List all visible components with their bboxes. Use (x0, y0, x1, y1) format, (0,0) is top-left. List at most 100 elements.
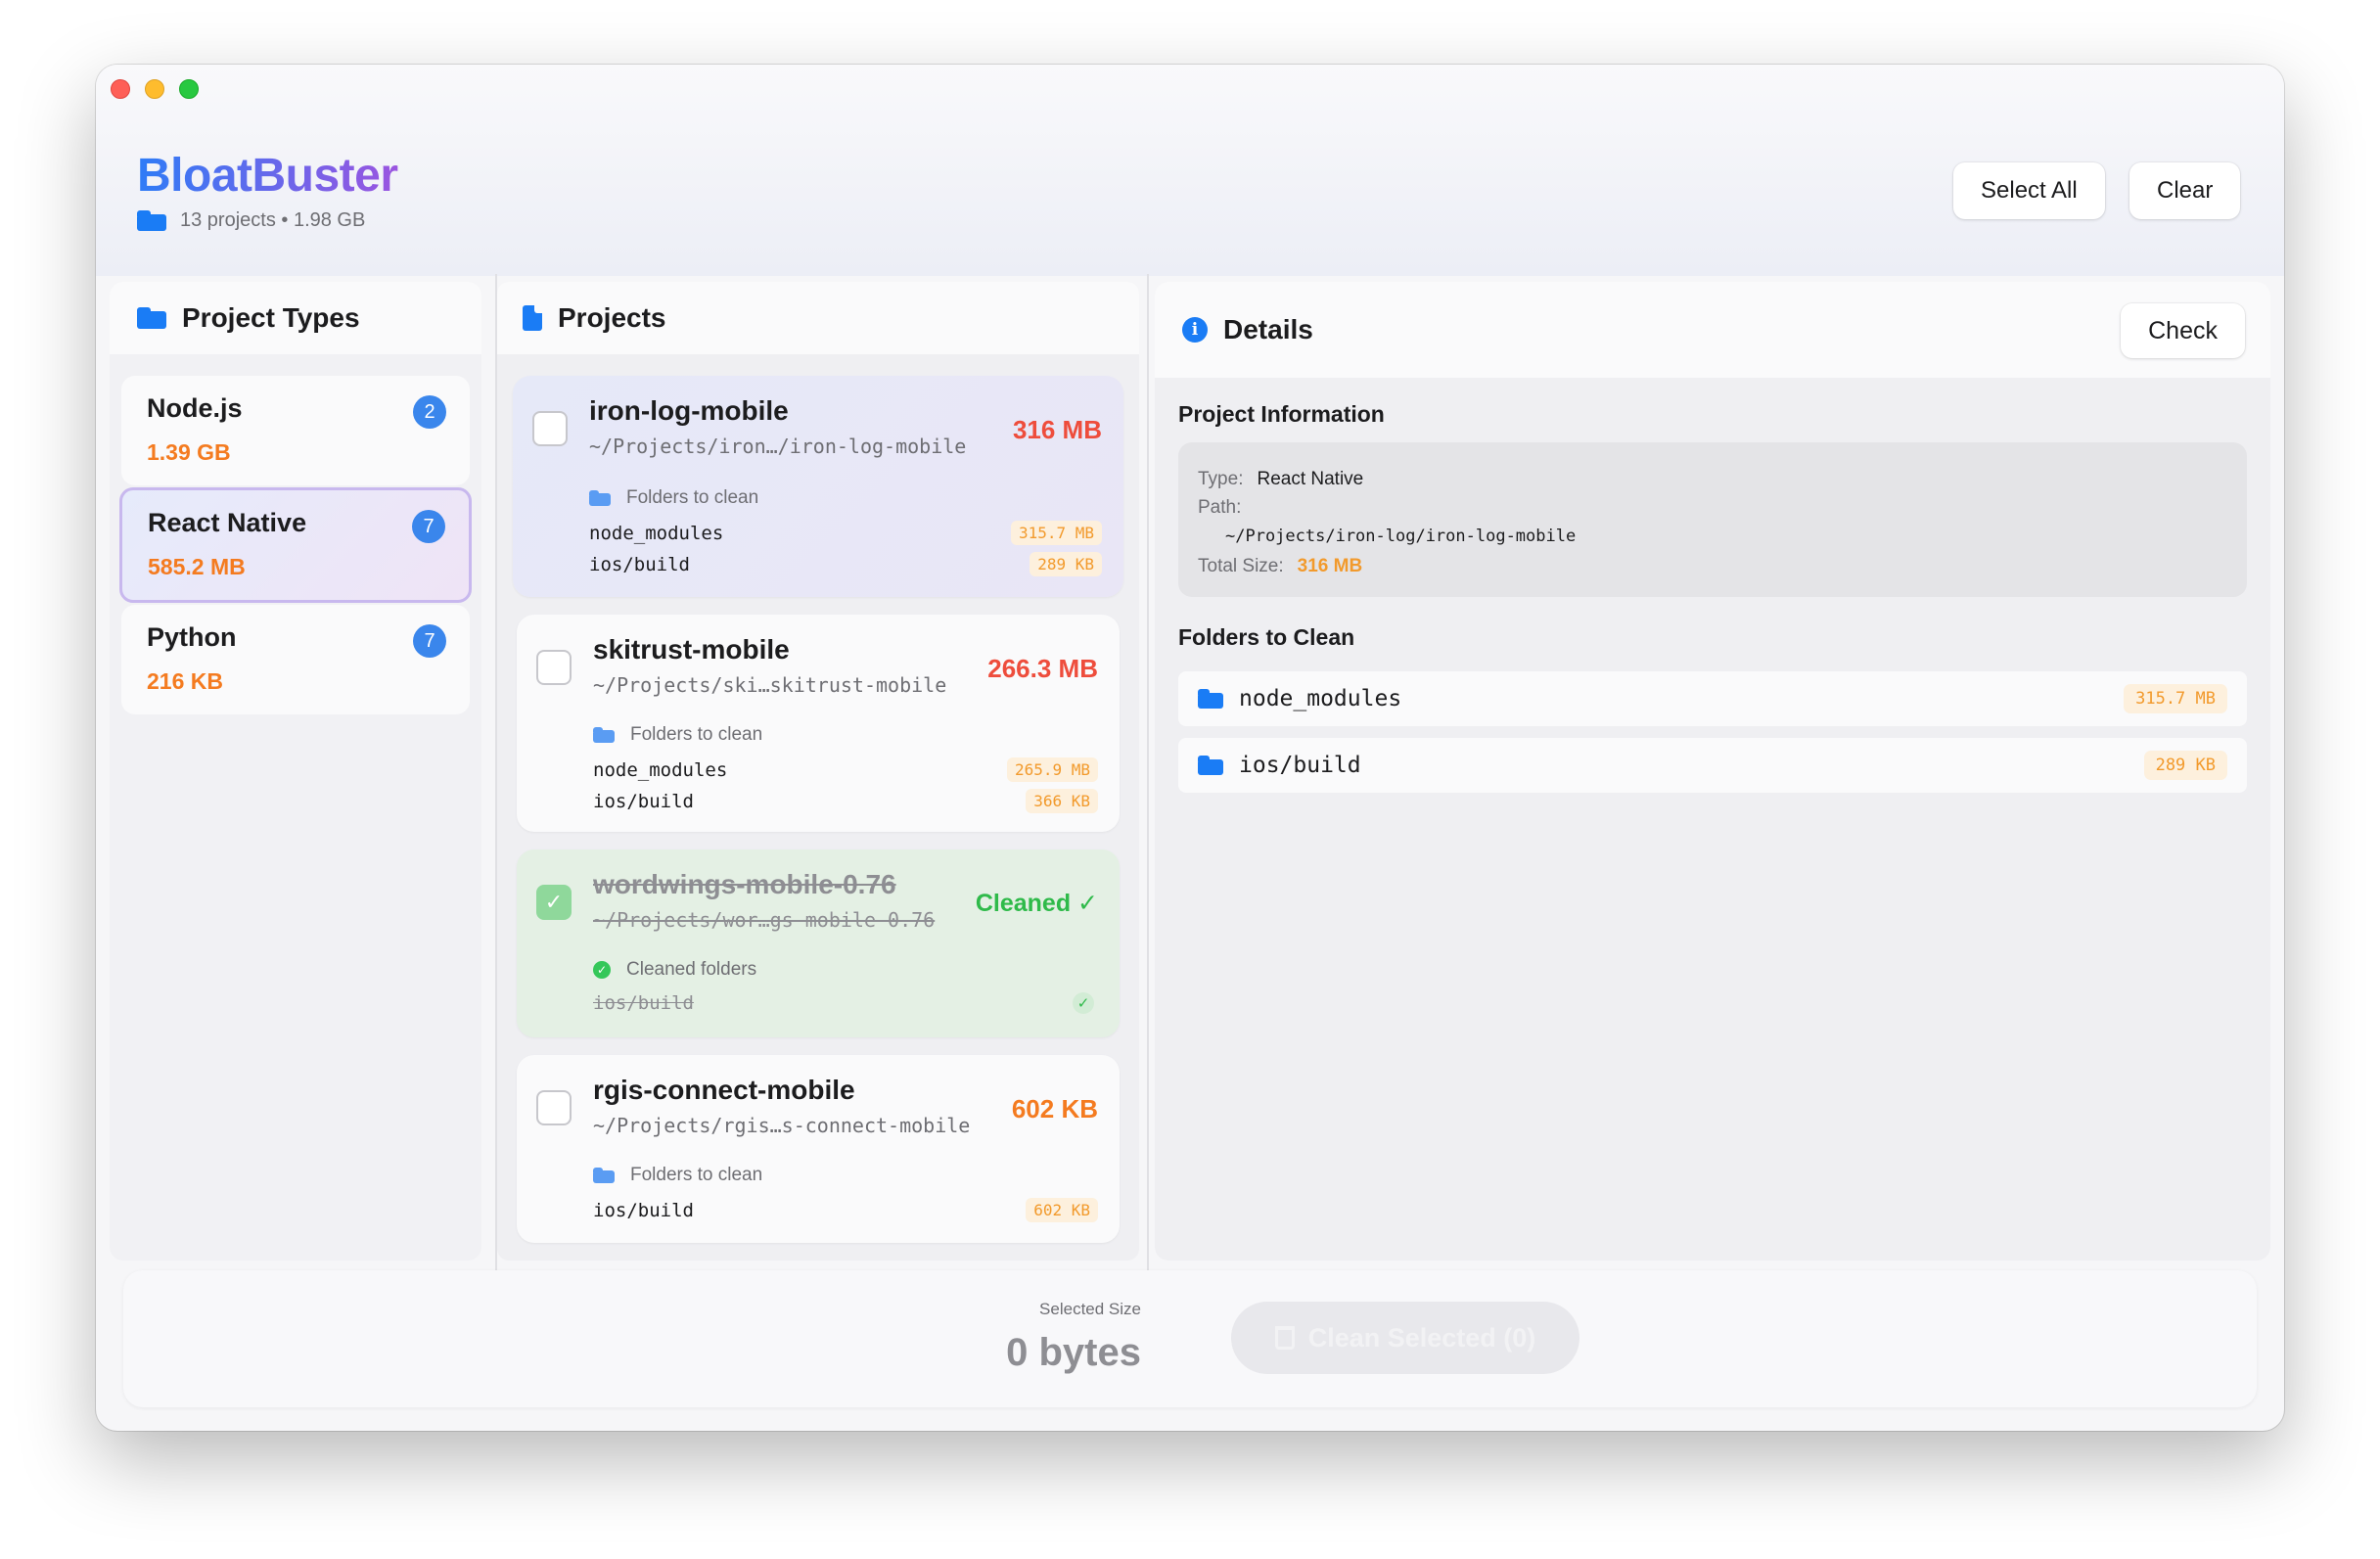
project-path: ~/Projects/ski…skitrust-mobile (593, 673, 947, 697)
project-card-rgis-connect-mobile[interactable]: rgis-connect-mobile ~/Projects/rgis…s-co… (517, 1055, 1120, 1243)
type-item-python[interactable]: Python 216 KB 7 (121, 605, 470, 714)
count-badge: 2 (413, 395, 446, 429)
project-types-panel: Project Types Node.js 1.39 GB 2 React Na… (110, 282, 481, 1261)
folder-name: ios/build (593, 992, 694, 1014)
folder-icon (137, 209, 166, 232)
count-badge: 7 (412, 510, 445, 543)
panel-title: Projects (558, 302, 666, 333)
details-header: i Details (1155, 282, 2270, 378)
folder-name: ios/build (593, 1199, 694, 1221)
folder-icon (137, 307, 166, 329)
info-value: ~/Projects/iron-log/iron-log-mobile (1225, 527, 1577, 546)
project-summary: 13 projects • 1.98 GB (180, 209, 366, 231)
project-types-header: Project Types (110, 282, 481, 354)
app-window: BloatBuster 13 projects • 1.98 GB Select… (96, 65, 2284, 1431)
document-icon (523, 305, 542, 331)
info-key: Total Size: (1198, 555, 1284, 576)
folder-size: 289 KB (1030, 552, 1102, 576)
clean-selected-button[interactable]: Clean Selected (0) (1231, 1302, 1579, 1374)
folder-icon (1198, 756, 1223, 775)
folder-row: node_modules 315.7 MB (589, 521, 1102, 545)
project-name: skitrust-mobile (593, 634, 790, 665)
check-circle-icon: ✓ (593, 961, 611, 979)
zoom-window-button[interactable] (179, 79, 199, 99)
clear-button[interactable]: Clear (2129, 162, 2241, 219)
detail-folder-row[interactable]: node_modules 315.7 MB (1178, 671, 2247, 726)
folder-size: 315.7 MB (2124, 684, 2227, 713)
project-size: 602 KB (1011, 1094, 1098, 1123)
folders-to-clean-label: Folders to clean (593, 1165, 762, 1186)
panel-title: Details (1223, 314, 1313, 344)
folder-icon (1198, 689, 1223, 709)
app-subtitle: 13 projects • 1.98 GB (137, 209, 365, 232)
project-information-title: Project Information (1178, 401, 1385, 427)
project-name: wordwings-mobile-0.76 (593, 869, 896, 899)
info-row-path-value: ~/Projects/iron-log/iron-log-mobile (1198, 522, 2227, 551)
project-information-box: Type: React Native Path: ~/Projects/iron… (1178, 442, 2247, 597)
info-icon: i (1182, 317, 1208, 343)
minimize-window-button[interactable] (145, 79, 164, 99)
project-path: ~/Projects/wor…gs-mobile-0.76 (593, 908, 936, 932)
project-size: 316 MB (1012, 415, 1102, 444)
selected-size-value: 0 bytes (1006, 1331, 1141, 1374)
type-size: 216 KB (147, 668, 223, 694)
folder-name: node_modules (593, 758, 728, 781)
check-icon: ✓ (1073, 992, 1094, 1014)
folder-name: ios/build (593, 790, 694, 812)
folders-to-clean-label: Folders to clean (589, 487, 758, 509)
footer-bar: Selected Size 0 bytes Clean Selected (0) (123, 1270, 2257, 1407)
folders-to-clean-title: Folders to Clean (1178, 624, 1355, 650)
folder-row: ios/build 366 KB (593, 789, 1098, 813)
folder-size: 366 KB (1026, 789, 1098, 813)
project-checkbox-checked[interactable]: ✓ (536, 885, 572, 920)
project-path: ~/Projects/iron…/iron-log-mobile (589, 435, 967, 458)
label-text: Folders to clean (630, 1165, 763, 1185)
folder-icon (589, 490, 611, 506)
type-item-react-native[interactable]: React Native 585.2 MB 7 (119, 487, 472, 603)
clean-selected-label: Clean Selected (0) (1307, 1322, 1536, 1353)
project-card-skitrust-mobile[interactable]: skitrust-mobile ~/Projects/ski…skitrust-… (517, 615, 1120, 832)
folder-size: 602 KB (1026, 1198, 1098, 1222)
project-card-iron-log-mobile[interactable]: iron-log-mobile ~/Projects/iron…/iron-lo… (513, 376, 1123, 597)
project-checkbox[interactable] (536, 1090, 572, 1125)
details-panel: i Details Check Project Information Type… (1155, 282, 2270, 1261)
app-title: BloatBuster (137, 150, 398, 202)
count-badge: 7 (413, 624, 446, 658)
folders-to-clean-label: Folders to clean (593, 724, 762, 746)
divider (1147, 274, 1149, 1272)
projects-panel: Projects iron-log-mobile ~/Projects/iron… (497, 282, 1139, 1261)
folder-size: 315.7 MB (1010, 521, 1102, 545)
select-all-button[interactable]: Select All (1953, 162, 2105, 219)
label-text: Folders to clean (626, 487, 759, 508)
folder-name: ios/build (589, 553, 690, 575)
trash-icon (1274, 1326, 1295, 1350)
project-name: rgis-connect-mobile (593, 1075, 855, 1105)
close-window-button[interactable] (111, 79, 130, 99)
project-path: ~/Projects/rgis…s-connect-mobile (593, 1114, 971, 1137)
project-checkbox[interactable] (532, 411, 568, 446)
selected-size-label: Selected Size (1039, 1300, 1141, 1318)
window-controls (111, 79, 199, 99)
folder-row: ios/build 602 KB (593, 1198, 1098, 1222)
check-button[interactable]: Check (2121, 303, 2245, 358)
type-item-nodejs[interactable]: Node.js 1.39 GB 2 (121, 376, 470, 485)
info-row-path: Path: (1198, 494, 2227, 522)
info-row-type: Type: React Native (1198, 464, 2227, 494)
project-checkbox[interactable] (536, 650, 572, 685)
project-size: 266.3 MB (987, 654, 1098, 683)
panel-title: Project Types (182, 302, 360, 333)
type-size: 1.39 GB (147, 439, 231, 465)
folder-icon (593, 727, 615, 743)
label-text: Folders to clean (630, 724, 763, 745)
info-row-total: Total Size: 316 MB (1198, 551, 2227, 581)
type-name: Node.js (147, 393, 243, 423)
detail-folder-row[interactable]: ios/build 289 KB (1178, 738, 2247, 793)
info-key: Type: (1198, 468, 1244, 489)
cleaned-folders-label: ✓ Cleaned folders (593, 959, 756, 981)
folder-icon (593, 1168, 615, 1183)
folder-name: ios/build (1239, 753, 1361, 778)
project-card-wordwings-mobile[interactable]: ✓ wordwings-mobile-0.76 ~/Projects/wor…g… (517, 849, 1120, 1037)
projects-header: Projects (497, 282, 1139, 354)
cleaned-status: Cleaned ✓ (975, 890, 1098, 917)
type-name: Python (147, 622, 237, 652)
